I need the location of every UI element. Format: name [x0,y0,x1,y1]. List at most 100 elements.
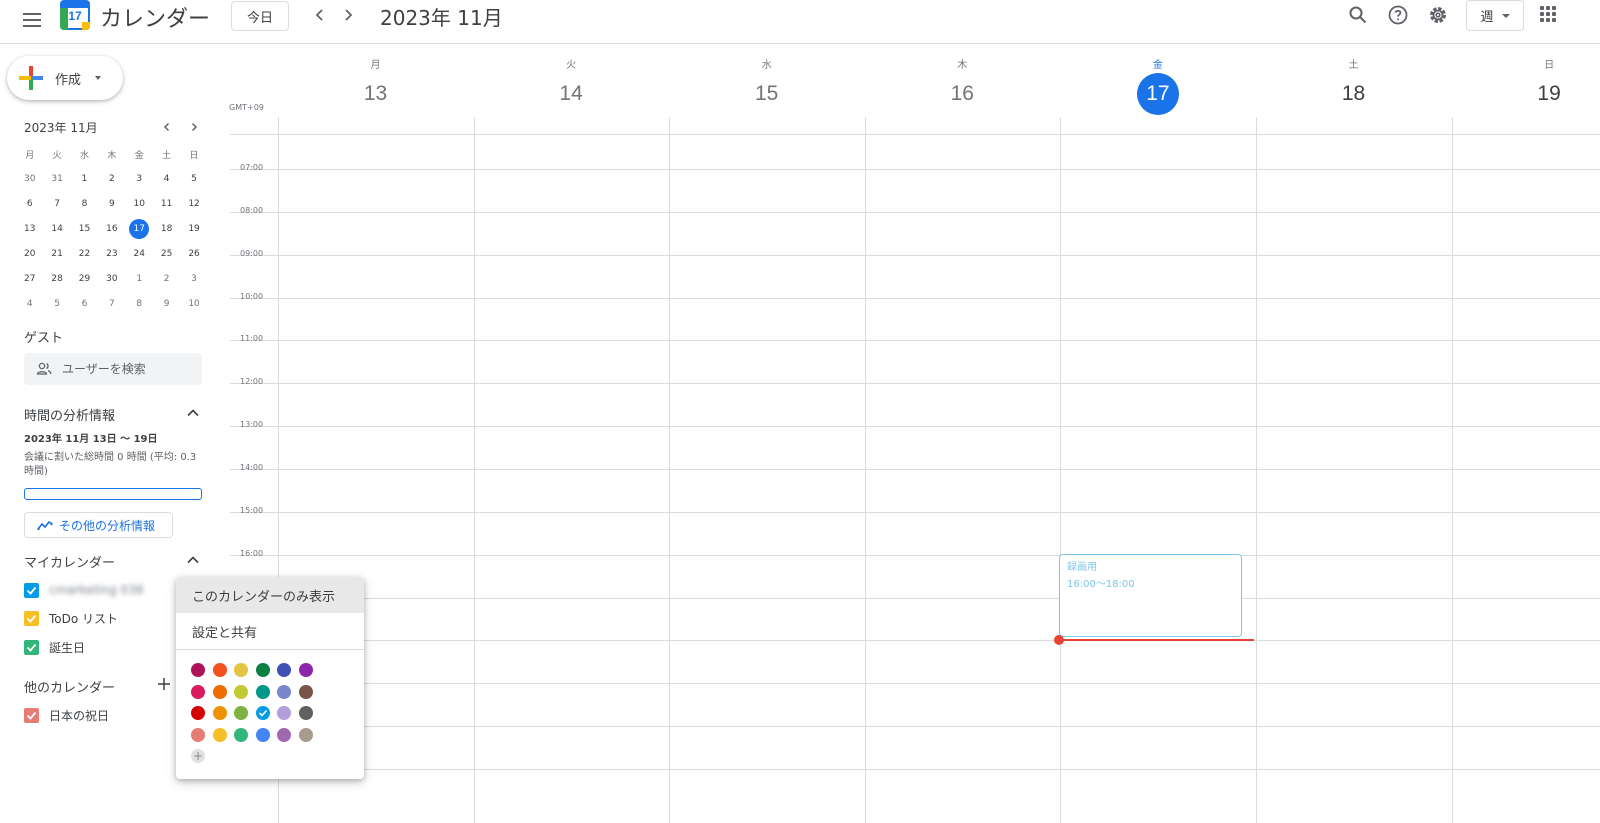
day-number[interactable]: 13 [355,73,397,115]
menu-item-show-only[interactable]: このカレンダーのみ表示 [176,577,364,613]
mini-calendar-day[interactable]: 11 [153,192,180,217]
day-number[interactable]: 18 [1333,73,1375,115]
day-number[interactable]: 14 [550,73,592,115]
color-swatch[interactable] [234,684,248,699]
mini-calendar-day[interactable]: 31 [43,167,70,192]
mini-calendar-day[interactable]: 26 [180,242,207,267]
other-calendar-item[interactable]: 日本の祝日 [24,705,109,725]
color-swatch[interactable] [191,706,205,720]
day-number[interactable]: 15 [746,73,788,115]
mini-calendar-day[interactable]: 3 [180,267,207,292]
chevron-up-icon[interactable] [185,552,201,568]
mini-calendar-day[interactable]: 27 [16,267,43,292]
mini-calendar-day[interactable]: 15 [71,217,98,242]
mini-calendar-day[interactable]: 6 [71,292,98,317]
mini-calendar-day[interactable]: 21 [43,242,70,267]
color-swatch[interactable] [234,727,248,742]
mini-calendar-day[interactable]: 9 [98,192,125,217]
mini-calendar-day[interactable]: 30 [16,167,43,192]
mini-calendar-day[interactable]: 18 [153,217,180,242]
add-custom-color-plus-icon[interactable]: + [191,749,205,763]
color-swatch[interactable] [234,663,248,677]
mini-calendar-day[interactable]: 25 [153,242,180,267]
checkbox-checked-icon[interactable] [24,639,39,655]
mini-calendar-day[interactable]: 8 [126,292,153,317]
color-swatch[interactable] [212,684,227,699]
color-swatch[interactable] [255,706,270,720]
calendar-event[interactable]: 録画用 16:00〜18:00 [1059,554,1242,637]
mini-calendar-day[interactable]: 17 [126,217,153,242]
calendar-logo-icon[interactable]: 17 [60,0,90,30]
color-swatch[interactable] [277,663,291,677]
color-swatch[interactable] [255,684,270,699]
checkbox-checked-icon[interactable] [24,582,39,598]
previous-week-button[interactable] [308,3,332,27]
mini-calendar-day[interactable]: 7 [43,192,70,217]
mini-calendar-day[interactable]: 22 [71,242,98,267]
mini-calendar-day[interactable]: 20 [16,242,43,267]
color-swatch[interactable] [191,684,205,699]
guest-search-box[interactable] [24,353,202,385]
mini-calendar-day[interactable]: 8 [71,192,98,217]
mini-calendar-day[interactable]: 1 [71,167,98,192]
color-swatch[interactable] [277,706,291,720]
day-number[interactable]: 17 [1136,73,1179,115]
mini-calendar-day[interactable]: 30 [98,267,125,292]
create-button[interactable]: 作成 [7,56,123,100]
mini-calendar-day[interactable]: 14 [43,217,70,242]
checkbox-checked-icon[interactable] [24,707,39,723]
day-number[interactable]: 19 [1528,73,1570,115]
mini-calendar-day[interactable]: 9 [153,292,180,317]
mini-calendar-day[interactable]: 12 [180,192,207,217]
color-swatch[interactable] [212,727,227,742]
color-swatch[interactable] [234,706,248,720]
settings-button[interactable] [1426,3,1450,27]
week-grid[interactable] [278,117,1600,823]
mini-calendar-day[interactable]: 16 [98,217,125,242]
guest-search-input[interactable] [62,362,192,376]
mini-calendar-day[interactable]: 28 [43,267,70,292]
next-week-button[interactable] [336,3,360,27]
other-calendars-title[interactable]: 他のカレンダー [24,677,115,696]
mini-calendar-day[interactable]: 10 [126,192,153,217]
color-swatch[interactable] [277,684,291,699]
mini-calendar-day[interactable]: 2 [98,167,125,192]
color-swatch[interactable] [191,663,205,677]
my-calendar-item[interactable]: 誕生日 [24,637,85,657]
mini-calendar-day[interactable]: 5 [180,167,207,192]
color-swatch[interactable] [298,663,313,677]
mini-calendar-day[interactable]: 23 [98,242,125,267]
more-insights-button[interactable]: その他の分析情報 [24,512,173,538]
color-swatch[interactable] [298,727,313,742]
color-swatch[interactable] [255,663,270,677]
menu-item-settings-sharing[interactable]: 設定と共有 [176,613,364,649]
color-swatch[interactable] [212,706,227,720]
mini-calendar-day[interactable]: 29 [71,267,98,292]
search-button[interactable] [1346,3,1370,27]
help-button[interactable] [1386,3,1410,27]
my-calendar-item[interactable]: ToDo リスト [24,608,118,628]
mini-calendar-day[interactable]: 2 [153,267,180,292]
color-swatch[interactable] [212,663,227,677]
time-insights-title[interactable]: 時間の分析情報 [24,405,115,424]
mini-calendar-day[interactable]: 10 [180,292,207,317]
day-number[interactable]: 16 [941,73,983,115]
color-swatch[interactable] [298,684,313,699]
view-switcher-button[interactable]: 週 [1466,0,1524,31]
mini-calendar-day[interactable]: 4 [16,292,43,317]
checkbox-checked-icon[interactable] [24,610,39,626]
mini-calendar-day[interactable]: 19 [180,217,207,242]
my-calendar-item[interactable]: cmarketing 038 [24,580,143,600]
color-swatch[interactable] [298,706,313,720]
color-swatch[interactable] [191,727,205,742]
add-calendar-plus-icon[interactable] [156,676,172,692]
color-swatch[interactable] [255,727,270,742]
mini-calendar-day[interactable]: 13 [16,217,43,242]
mini-calendar-day[interactable]: 1 [126,267,153,292]
mini-calendar-next-button[interactable] [185,118,203,136]
google-apps-icon[interactable] [1540,6,1556,22]
my-calendars-title[interactable]: マイカレンダー [24,552,115,571]
today-button[interactable]: 今日 [231,1,289,31]
mini-calendar-day[interactable]: 6 [16,192,43,217]
color-swatch[interactable] [277,727,291,742]
